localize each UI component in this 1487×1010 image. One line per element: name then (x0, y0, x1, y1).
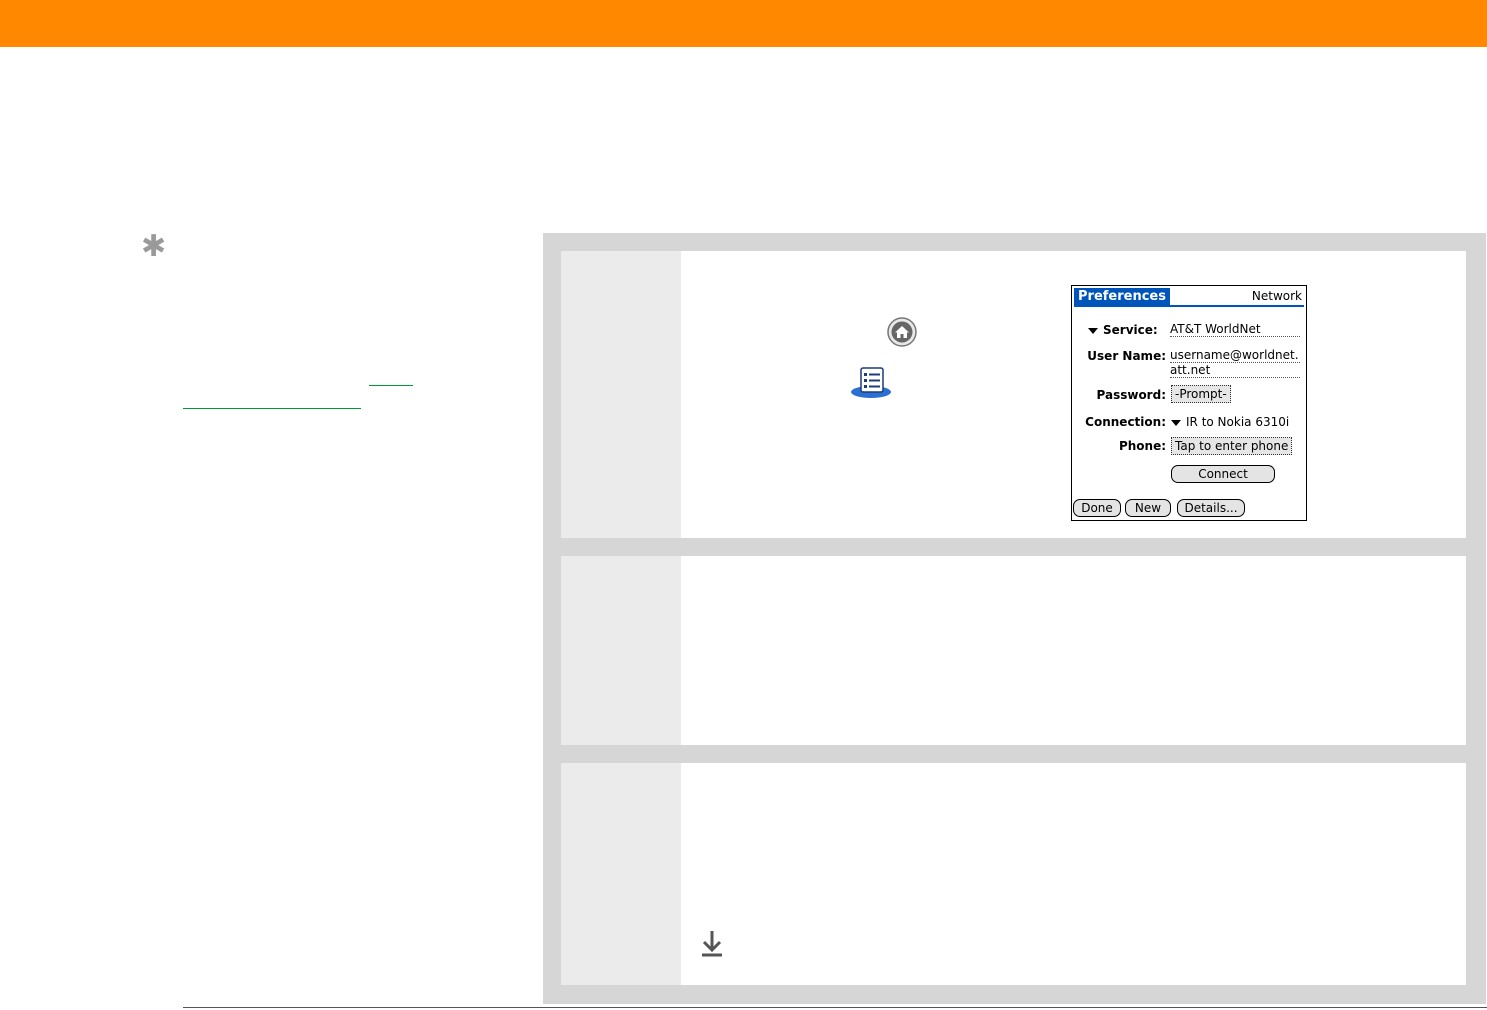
service-value: AT&T WorldNet (1170, 322, 1300, 337)
step-1 (561, 251, 1466, 538)
footer-rule (183, 1007, 1487, 1008)
step-number-column (561, 763, 681, 985)
connection-label: Connection: (1085, 415, 1166, 429)
down-arrow-icon[interactable] (700, 928, 724, 958)
dropdown-triangle-icon (1171, 419, 1181, 426)
username-line-1[interactable]: username@worldnet. (1170, 348, 1300, 363)
network-preferences-screenshot: Preferences Network Service: AT&T WorldN… (1071, 285, 1307, 521)
phone-field[interactable]: Tap to enter phone (1171, 437, 1293, 455)
steps-panel (543, 233, 1486, 1004)
step-3 (561, 763, 1466, 985)
password-field[interactable]: -Prompt- (1171, 385, 1231, 403)
phone-label: Phone: (1118, 439, 1166, 453)
username-label: User Name: (1087, 349, 1166, 363)
header-bar (0, 0, 1487, 47)
connect-button[interactable]: Connect (1171, 465, 1275, 483)
step-number-column (561, 556, 681, 745)
asterisk-icon: ✱ (141, 229, 167, 264)
palm-app-name: Network (1251, 289, 1302, 303)
connection-dropdown[interactable]: IR to Nokia 6310i (1171, 415, 1289, 429)
username-line-2[interactable]: att.net (1170, 363, 1300, 378)
cross-reference-link[interactable] (369, 385, 413, 386)
prefs-app-icon (851, 367, 891, 398)
palm-title-rule (1074, 305, 1304, 307)
home-icon (887, 317, 917, 347)
service-label[interactable]: Service: (1088, 323, 1158, 337)
password-label: Password: (1096, 388, 1167, 402)
done-button[interactable]: Done (1073, 499, 1121, 517)
cross-reference-link-continued[interactable] (183, 408, 361, 409)
details-button[interactable]: Details... (1177, 499, 1245, 517)
new-button[interactable]: New (1125, 499, 1171, 517)
dropdown-triangle-icon (1088, 327, 1098, 334)
step-2 (561, 556, 1466, 745)
step-number-column (561, 251, 681, 538)
palm-title: Preferences (1074, 288, 1170, 306)
